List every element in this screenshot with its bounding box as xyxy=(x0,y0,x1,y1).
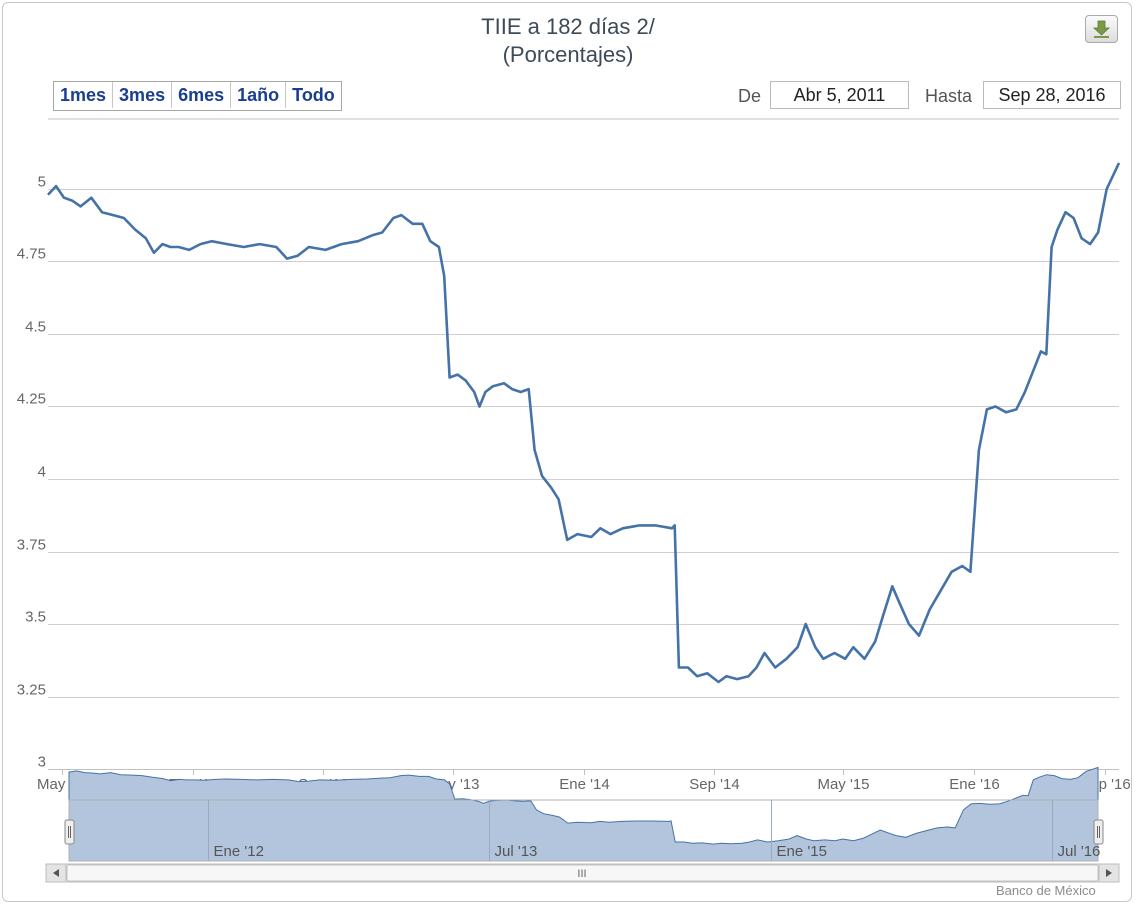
credit-text: Banco de México xyxy=(996,883,1096,898)
range-button-1ano[interactable]: 1año xyxy=(230,82,286,108)
chart-title: TIIE a 182 días 2/ xyxy=(481,14,655,39)
range-selector: 1mes 3mes 6mes 1año Todo xyxy=(53,81,342,111)
range-button-todo[interactable]: Todo xyxy=(285,82,341,108)
to-label: Hasta xyxy=(925,86,973,106)
chart-subtitle: (Porcentajes) xyxy=(502,42,634,67)
download-button[interactable] xyxy=(1085,15,1118,43)
from-date-input[interactable]: Abr 5, 2011 xyxy=(770,81,909,109)
from-label: De xyxy=(738,86,762,106)
download-icon xyxy=(1092,20,1111,38)
range-button-1mes[interactable]: 1mes xyxy=(54,82,113,108)
chart-container xyxy=(2,2,1132,902)
to-date-input[interactable]: Sep 28, 2016 xyxy=(983,81,1121,109)
range-button-3mes[interactable]: 3mes xyxy=(112,82,172,108)
range-button-6mes[interactable]: 6mes xyxy=(171,82,231,108)
